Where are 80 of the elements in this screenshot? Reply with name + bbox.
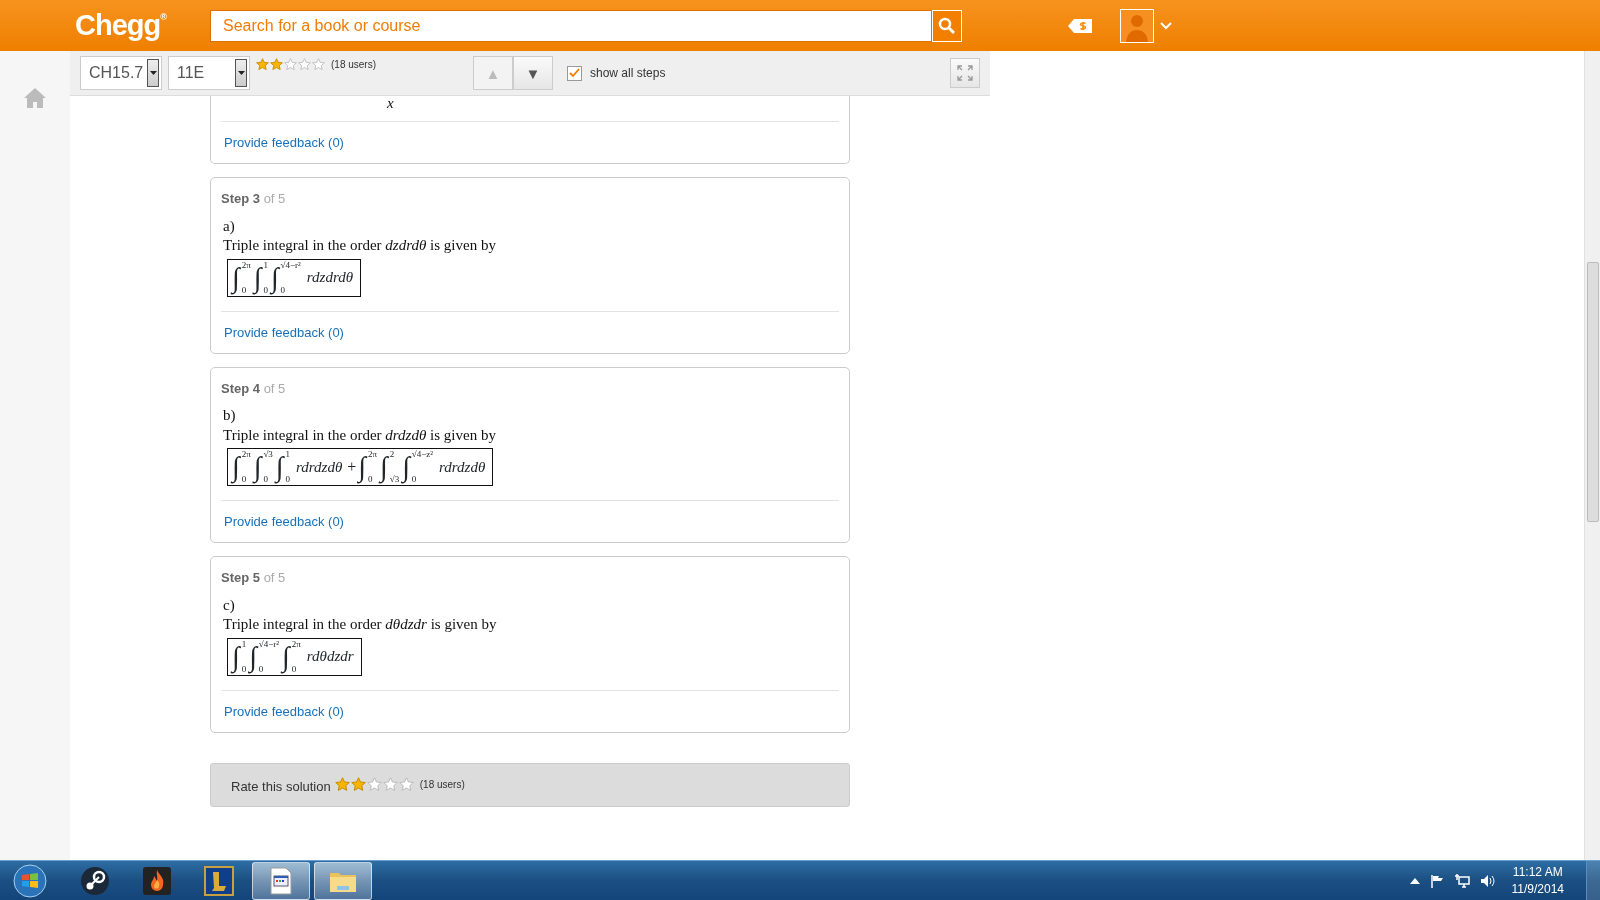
avatar-icon[interactable] <box>1120 8 1154 43</box>
flag-icon[interactable] <box>1429 873 1444 888</box>
feedback-link[interactable]: Provide feedback (0) <box>224 135 344 150</box>
integrand-text: rdθdzdr <box>306 647 354 667</box>
upper-limit: 2π <box>368 450 378 459</box>
rating-count: (18 users) <box>331 58 376 72</box>
upper-limit: 2 <box>389 450 396 459</box>
star-rating[interactable] <box>256 58 325 71</box>
lower-limit: 0 <box>241 475 248 484</box>
lower-limit: 0 <box>263 475 269 484</box>
math-text: x <box>386 96 395 113</box>
step-text: Triple integral in the order dzdrdθ is given by <box>222 236 497 255</box>
step-text: Triple integral in the order drdzdθ is given by <box>222 425 497 445</box>
emblem-icon <box>204 865 234 896</box>
integrand-text: rdrdzdθ <box>439 457 486 477</box>
home-icon[interactable] <box>23 87 47 109</box>
upper-limit: 1 <box>263 260 268 270</box>
scrollbar-thumb[interactable] <box>1587 262 1599 522</box>
upper-limit: 1 <box>241 639 247 649</box>
feedback-link[interactable]: Provide feedback (0) <box>224 324 344 340</box>
step-title: Step 5 of 5 <box>221 569 287 587</box>
clock[interactable]: 11:12 AM 11/9/2014 <box>1511 864 1564 897</box>
coupon-tag-icon[interactable] <box>1067 17 1093 34</box>
expand-icon <box>957 65 973 81</box>
chapter-select[interactable]: CH15.7 <box>80 56 162 90</box>
lower-limit: 0 <box>411 475 418 484</box>
checkbox-label: show all steps <box>590 65 666 82</box>
upper-limit: √4−r² <box>258 639 280 649</box>
next-step-button[interactable]: ▼ <box>513 56 553 90</box>
round-logo-icon <box>80 865 110 896</box>
upper-limit: 1 <box>285 450 290 459</box>
step-text: Triple integral in the order dθdzdr is given by <box>222 615 498 634</box>
rating-count: (18 users) <box>419 778 465 792</box>
lower-limit: 0 <box>241 664 247 674</box>
caret-icon[interactable] <box>1160 21 1172 30</box>
show-hidden-icons-icon[interactable] <box>1409 877 1420 884</box>
upper-limit: 2π <box>241 260 251 270</box>
upper-limit: √4−z² <box>411 450 434 459</box>
upper-limit: 2π <box>241 450 251 459</box>
speaker-icon[interactable] <box>1479 873 1496 888</box>
operator-text: + <box>347 457 357 477</box>
fullscreen-button[interactable] <box>950 58 980 88</box>
filled-star-icon[interactable] <box>270 58 283 71</box>
caret-icon <box>237 71 245 75</box>
lower-limit: √3 <box>389 475 400 484</box>
lower-limit: 0 <box>280 285 287 295</box>
part-label: a) <box>222 216 236 236</box>
integrand-text: rdrdzdθ <box>296 457 343 477</box>
lower-limit: 0 <box>241 285 248 295</box>
lower-limit: 0 <box>291 664 298 674</box>
feedback-link[interactable]: Provide feedback (0) <box>224 514 344 529</box>
problem-select[interactable]: 11E <box>168 56 250 90</box>
feedback-link[interactable]: Provide feedback (0) <box>224 703 344 719</box>
lower-limit: 0 <box>368 475 374 484</box>
flame-icon <box>142 865 172 896</box>
part-label: b) <box>222 406 237 425</box>
network-icon[interactable] <box>1453 873 1470 888</box>
filled-star-icon[interactable] <box>350 777 366 792</box>
filled-star-icon[interactable] <box>256 58 269 71</box>
integrand-text: rdzdrdθ <box>306 268 354 288</box>
upper-limit: 2π <box>291 639 301 649</box>
search-field[interactable]: Search for a book or course <box>210 9 932 42</box>
lower-limit: 0 <box>258 664 265 674</box>
start-orb-icon <box>13 863 47 898</box>
rating-label: Rate this solution <box>231 777 331 796</box>
step-title: Step 3 of 5 <box>221 190 287 208</box>
search-button[interactable] <box>932 9 962 42</box>
checkbox[interactable] <box>567 65 582 81</box>
filled-star-icon[interactable] <box>334 777 350 792</box>
search-icon <box>938 16 956 35</box>
upper-limit: √3 <box>263 450 273 459</box>
scrollbar[interactable] <box>1584 51 1600 860</box>
lower-limit: 0 <box>263 285 268 295</box>
lower-limit: 0 <box>285 475 290 484</box>
star-rating[interactable] <box>334 777 414 792</box>
part-label: c) <box>222 595 236 615</box>
step-title: Step 4 of 5 <box>221 379 287 398</box>
show-desktop-button[interactable] <box>1586 860 1600 900</box>
caret-icon <box>149 71 157 75</box>
upper-limit: √4−r² <box>280 260 301 270</box>
